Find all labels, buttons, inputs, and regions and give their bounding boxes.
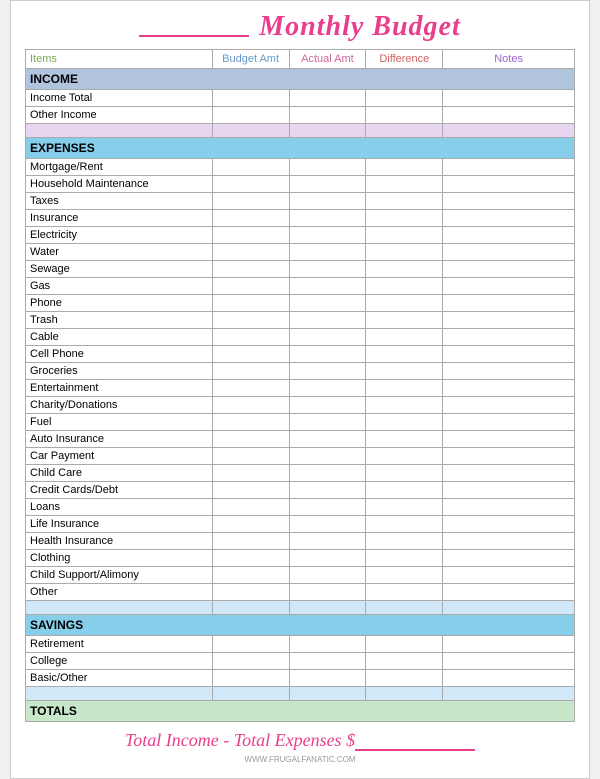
item-label: Auto Insurance bbox=[26, 431, 213, 448]
table-row: Groceries bbox=[26, 363, 575, 380]
column-headers: Items Budget Amt Actual Amt Difference N… bbox=[26, 50, 575, 69]
table-row: Child Support/Alimony bbox=[26, 567, 575, 584]
table-row: Electricity bbox=[26, 227, 575, 244]
item-label: Child Support/Alimony bbox=[26, 567, 213, 584]
section-header-label: EXPENSES bbox=[26, 138, 575, 159]
item-label: Taxes bbox=[26, 193, 213, 210]
table-row: Auto Insurance bbox=[26, 431, 575, 448]
item-label: Cable bbox=[26, 329, 213, 346]
section-header-label: INCOME bbox=[26, 69, 575, 90]
table-row: Sewage bbox=[26, 261, 575, 278]
table-row: Charity/Donations bbox=[26, 397, 575, 414]
section-header-row: INCOME bbox=[26, 69, 575, 90]
col-diff-header: Difference bbox=[366, 50, 443, 69]
item-label: Electricity bbox=[26, 227, 213, 244]
budget-page: Monthly Budget Items Budget Amt Actual A… bbox=[10, 0, 590, 779]
item-label: Household Maintenance bbox=[26, 176, 213, 193]
col-actual-header: Actual Amt bbox=[289, 50, 366, 69]
table-row: Basic/Other bbox=[26, 670, 575, 687]
item-label: Water bbox=[26, 244, 213, 261]
footer-total: Total Income - Total Expenses $ bbox=[25, 730, 575, 751]
table-row: Child Care bbox=[26, 465, 575, 482]
table-row: Water bbox=[26, 244, 575, 261]
item-label: Life Insurance bbox=[26, 516, 213, 533]
table-row: Credit Cards/Debt bbox=[26, 482, 575, 499]
col-items-header: Items bbox=[26, 50, 213, 69]
header-underline bbox=[139, 17, 249, 37]
table-row: Other bbox=[26, 584, 575, 601]
table-row: Other Income bbox=[26, 107, 575, 124]
table-row: Mortgage/Rent bbox=[26, 159, 575, 176]
section-header-label: SAVINGS bbox=[26, 615, 575, 636]
blank-row bbox=[26, 687, 575, 701]
table-row: Retirement bbox=[26, 636, 575, 653]
item-label: Basic/Other bbox=[26, 670, 213, 687]
item-label: Groceries bbox=[26, 363, 213, 380]
item-label: Cell Phone bbox=[26, 346, 213, 363]
item-label: Phone bbox=[26, 295, 213, 312]
item-label: Mortgage/Rent bbox=[26, 159, 213, 176]
section-header-row: SAVINGS bbox=[26, 615, 575, 636]
section-header-row: TOTALS bbox=[26, 701, 575, 722]
table-row: Clothing bbox=[26, 550, 575, 567]
table-row: Health Insurance bbox=[26, 533, 575, 550]
footer-text: Total Income - Total Expenses $ bbox=[125, 730, 355, 750]
item-label: Retirement bbox=[26, 636, 213, 653]
page-header: Monthly Budget bbox=[25, 11, 575, 43]
item-label: Sewage bbox=[26, 261, 213, 278]
table-row: Cell Phone bbox=[26, 346, 575, 363]
item-label: College bbox=[26, 653, 213, 670]
table-row: Gas bbox=[26, 278, 575, 295]
item-label: Entertainment bbox=[26, 380, 213, 397]
item-label: Health Insurance bbox=[26, 533, 213, 550]
blank-row bbox=[26, 124, 575, 138]
col-budget-header: Budget Amt bbox=[212, 50, 289, 69]
item-label: Clothing bbox=[26, 550, 213, 567]
item-label: Credit Cards/Debt bbox=[26, 482, 213, 499]
page-title: Monthly Budget bbox=[259, 11, 460, 43]
item-label: Other Income bbox=[26, 107, 213, 124]
item-label: Insurance bbox=[26, 210, 213, 227]
blank-row bbox=[26, 601, 575, 615]
item-label: Income Total bbox=[26, 90, 213, 107]
table-row: Trash bbox=[26, 312, 575, 329]
item-label: Loans bbox=[26, 499, 213, 516]
item-label: Other bbox=[26, 584, 213, 601]
item-label: Gas bbox=[26, 278, 213, 295]
section-header-label: TOTALS bbox=[26, 701, 575, 722]
table-row: College bbox=[26, 653, 575, 670]
table-row: Income Total bbox=[26, 90, 575, 107]
table-row: Loans bbox=[26, 499, 575, 516]
item-label: Car Payment bbox=[26, 448, 213, 465]
item-label: Trash bbox=[26, 312, 213, 329]
section-header-row: EXPENSES bbox=[26, 138, 575, 159]
table-row: Cable bbox=[26, 329, 575, 346]
item-label: Child Care bbox=[26, 465, 213, 482]
item-label: Fuel bbox=[26, 414, 213, 431]
table-row: Car Payment bbox=[26, 448, 575, 465]
table-row: Taxes bbox=[26, 193, 575, 210]
table-row: Entertainment bbox=[26, 380, 575, 397]
table-row: Household Maintenance bbox=[26, 176, 575, 193]
item-label: Charity/Donations bbox=[26, 397, 213, 414]
table-row: Insurance bbox=[26, 210, 575, 227]
col-notes-header: Notes bbox=[443, 50, 575, 69]
table-row: Life Insurance bbox=[26, 516, 575, 533]
table-row: Fuel bbox=[26, 414, 575, 431]
watermark: WWW.FRUGALFANATIC.COM bbox=[25, 755, 575, 764]
budget-table: Items Budget Amt Actual Amt Difference N… bbox=[25, 49, 575, 722]
table-row: Phone bbox=[26, 295, 575, 312]
footer-underline bbox=[355, 733, 475, 751]
